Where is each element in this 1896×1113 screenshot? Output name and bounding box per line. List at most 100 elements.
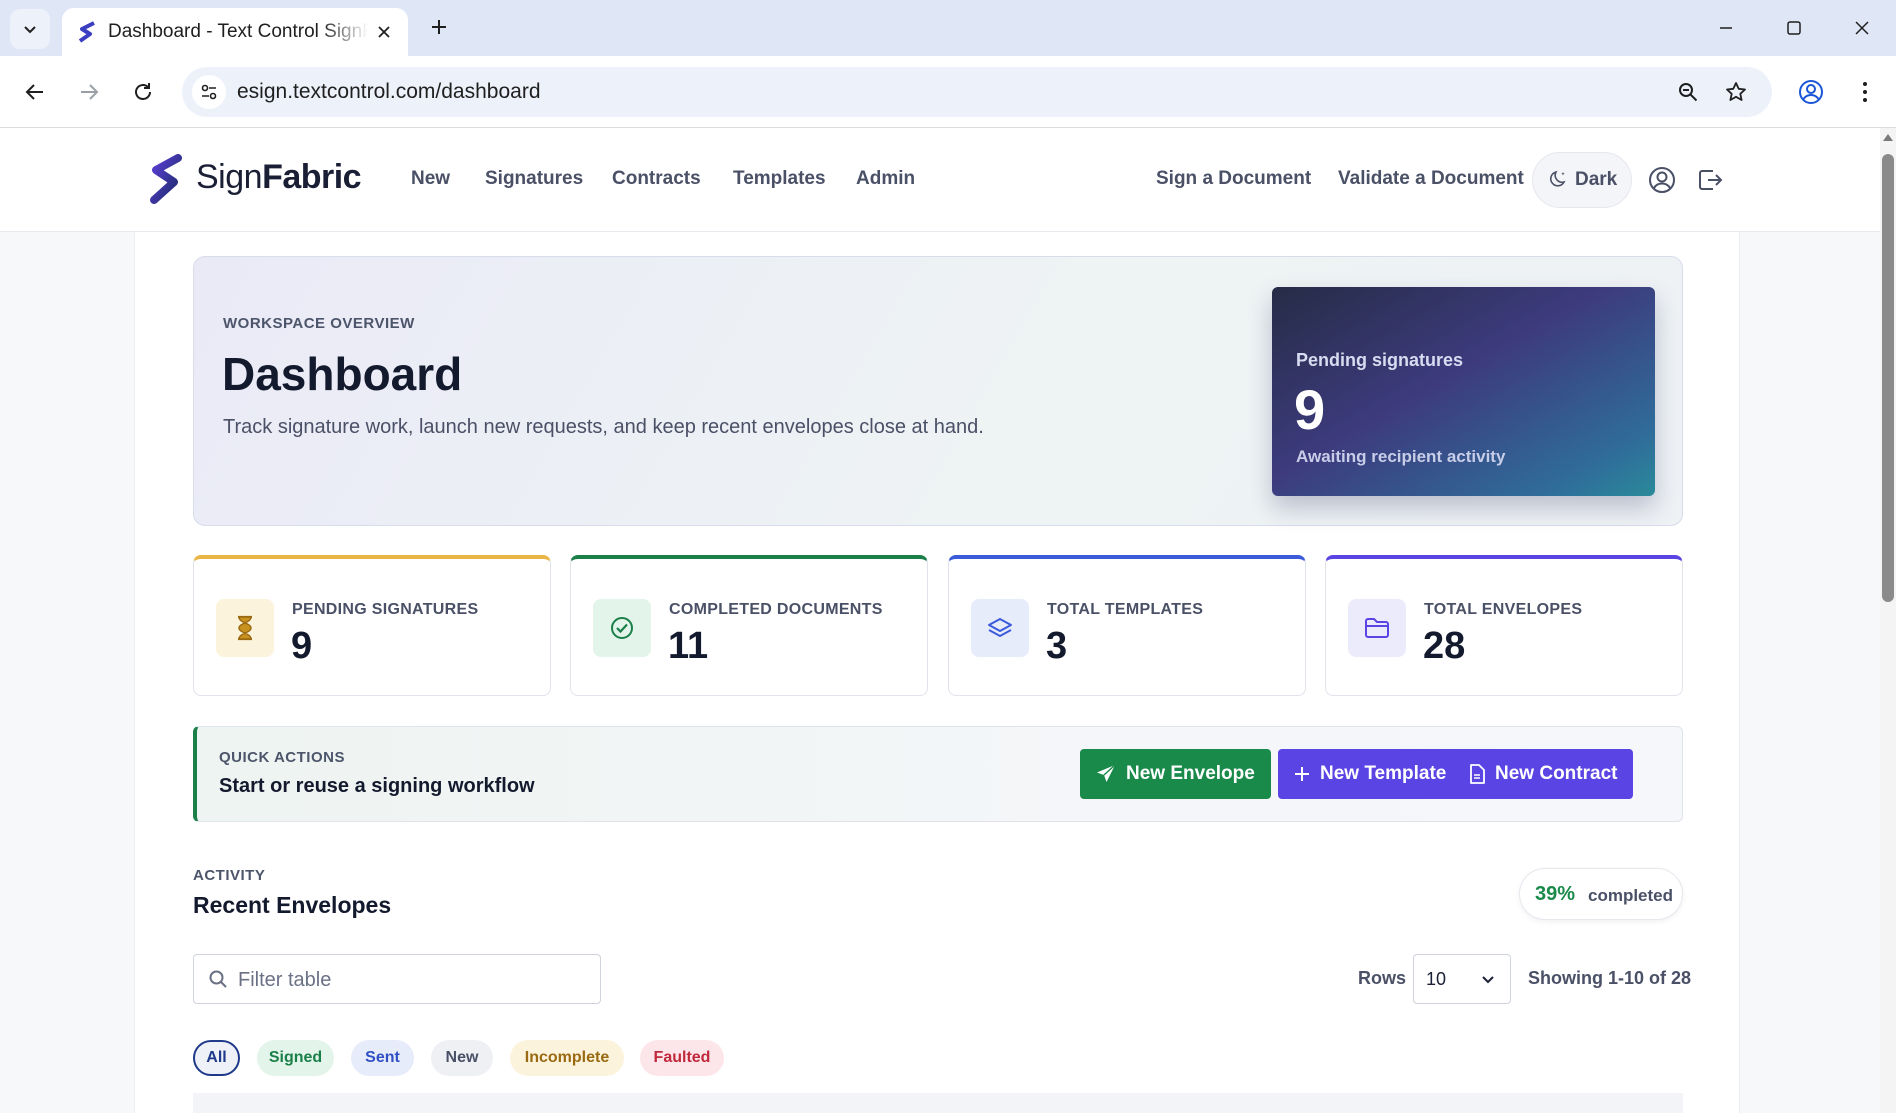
signfabric-logo-icon (150, 154, 182, 204)
browser-menu-button[interactable] (1846, 73, 1884, 111)
stat-label: TOTAL TEMPLATES (1047, 601, 1204, 618)
new-tab-button[interactable] (424, 12, 454, 42)
scrollbar-thumb[interactable] (1882, 154, 1894, 602)
completion-value: 39% (1535, 883, 1576, 905)
close-window-button[interactable] (1840, 10, 1884, 46)
signfabric-favicon-icon (78, 21, 95, 43)
profile-icon (1799, 80, 1823, 104)
new-template-label: New Template (1320, 763, 1447, 784)
url-text: esign.textcontrol.com/dashboard (237, 80, 541, 103)
site-info-button[interactable] (192, 75, 226, 109)
stat-label: COMPLETED DOCUMENTS (669, 601, 883, 618)
search-icon (209, 970, 227, 988)
stat-value: 3 (1046, 625, 1068, 667)
rows-label: Rows (1358, 968, 1407, 988)
pending-card-label: Pending signatures (1296, 350, 1464, 370)
pending-signatures-card[interactable]: Pending signatures 9 Awaiting recipient … (1272, 287, 1655, 496)
close-icon (1855, 21, 1869, 35)
dark-mode-label: Dark (1575, 169, 1618, 190)
filter-chip-new[interactable]: New (431, 1040, 493, 1076)
dark-mode-toggle[interactable]: Dark (1532, 152, 1632, 208)
new-envelope-label: New Envelope (1126, 763, 1255, 784)
arrow-right-icon (81, 84, 99, 100)
filter-table-field[interactable] (193, 954, 601, 1004)
tab-search-button[interactable] (10, 9, 50, 49)
pagination-summary: Showing 1-10 of 28 (1528, 968, 1692, 988)
filter-chip-incomplete[interactable]: Incomplete (510, 1040, 624, 1076)
moon-icon (1550, 170, 1566, 187)
nav-templates[interactable]: Templates (733, 168, 826, 190)
tab-title: Dashboard - Text Control SignFabric (108, 21, 368, 42)
scroll-up-arrow-icon[interactable] (1883, 134, 1893, 141)
profile-button[interactable] (1792, 73, 1830, 111)
active-tab[interactable]: Dashboard - Text Control SignFabric (62, 8, 408, 56)
quick-actions-eyebrow: QUICK ACTIONS (219, 749, 345, 766)
reload-button[interactable] (124, 73, 162, 111)
stat-label: TOTAL ENVELOPES (1424, 601, 1583, 618)
stat-card-completed[interactable]: COMPLETED DOCUMENTS 11 (570, 555, 928, 696)
nav-sign-document[interactable]: Sign a Document (1156, 168, 1311, 190)
new-contract-label: New Contract (1495, 763, 1618, 784)
nav-new[interactable]: New (411, 168, 450, 190)
zoom-icon[interactable] (1674, 78, 1702, 106)
logo-bold-text: Fabric (262, 158, 362, 196)
back-button[interactable] (16, 73, 54, 111)
completion-label: completed (1588, 886, 1674, 905)
stat-value: 9 (291, 625, 313, 667)
filter-table-input[interactable] (238, 967, 588, 993)
filter-chip-sent[interactable]: Sent (351, 1040, 414, 1076)
logout-icon[interactable] (1694, 164, 1726, 196)
send-icon (1097, 764, 1116, 782)
chevron-down-icon (24, 26, 36, 34)
stat-value: 11 (668, 625, 709, 667)
new-template-button[interactable]: New Template (1278, 749, 1463, 799)
filter-chip-signed[interactable]: Signed (257, 1040, 334, 1076)
minimize-icon (1720, 27, 1732, 29)
pending-card-subtitle: Awaiting recipient activity (1296, 447, 1506, 466)
address-bar[interactable]: esign.textcontrol.com/dashboard (182, 67, 1772, 117)
plus-icon (1295, 767, 1309, 781)
page-title: Dashboard (222, 348, 463, 400)
nav-validate-document[interactable]: Validate a Document (1338, 168, 1524, 190)
stat-value: 28 (1423, 625, 1466, 667)
hero-eyebrow: WORKSPACE OVERVIEW (223, 315, 415, 332)
tune-icon (201, 84, 217, 100)
filter-chip-all[interactable]: All (193, 1040, 240, 1076)
logo-wordmark[interactable]: SignFabric (196, 158, 362, 197)
forward-button[interactable] (70, 73, 108, 111)
folder-icon (1348, 599, 1406, 657)
maximize-window-button[interactable] (1772, 10, 1816, 46)
completion-badge: 39% completed (1519, 868, 1683, 920)
hero-description: Track signature work, launch new request… (223, 416, 984, 438)
nav-admin[interactable]: Admin (856, 168, 915, 190)
document-icon (1470, 764, 1485, 784)
nav-contracts[interactable]: Contracts (612, 168, 701, 190)
check-circle-icon (593, 599, 651, 657)
browser-tab-strip: Dashboard - Text Control SignFabric (0, 0, 1896, 56)
rows-per-page-select[interactable]: 10 (1413, 954, 1511, 1004)
chevron-down-icon (1482, 976, 1494, 984)
pending-card-value: 9 (1294, 378, 1326, 441)
plus-icon (432, 20, 446, 34)
filter-chip-faulted[interactable]: Faulted (640, 1040, 724, 1076)
recent-envelopes-title: Recent Envelopes (193, 892, 392, 918)
rows-per-page-value: 10 (1426, 969, 1447, 989)
stat-card-envelopes[interactable]: TOTAL ENVELOPES 28 (1325, 555, 1683, 696)
bookmark-star-icon[interactable] (1722, 78, 1750, 106)
new-contract-button[interactable]: New Contract (1453, 749, 1634, 799)
stat-card-pending[interactable]: PENDING SIGNATURES 9 (193, 555, 551, 696)
stat-label: PENDING SIGNATURES (292, 601, 479, 618)
quick-actions-panel: QUICK ACTIONS Start or reuse a signing w… (193, 726, 1683, 822)
stat-card-templates[interactable]: TOTAL TEMPLATES 3 (948, 555, 1306, 696)
layers-icon (971, 599, 1029, 657)
nav-signatures[interactable]: Signatures (485, 168, 583, 190)
new-envelope-button[interactable]: New Envelope (1080, 749, 1271, 799)
more-vertical-icon (1863, 82, 1867, 102)
reload-icon (135, 83, 151, 100)
site-header: SignFabric New Signatures Contracts Temp… (0, 128, 1880, 232)
hourglass-icon (216, 599, 274, 657)
close-tab-icon[interactable] (372, 20, 396, 44)
account-icon[interactable] (1646, 164, 1678, 196)
minimize-window-button[interactable] (1704, 10, 1748, 46)
logo-light-text: Sign (196, 158, 263, 196)
